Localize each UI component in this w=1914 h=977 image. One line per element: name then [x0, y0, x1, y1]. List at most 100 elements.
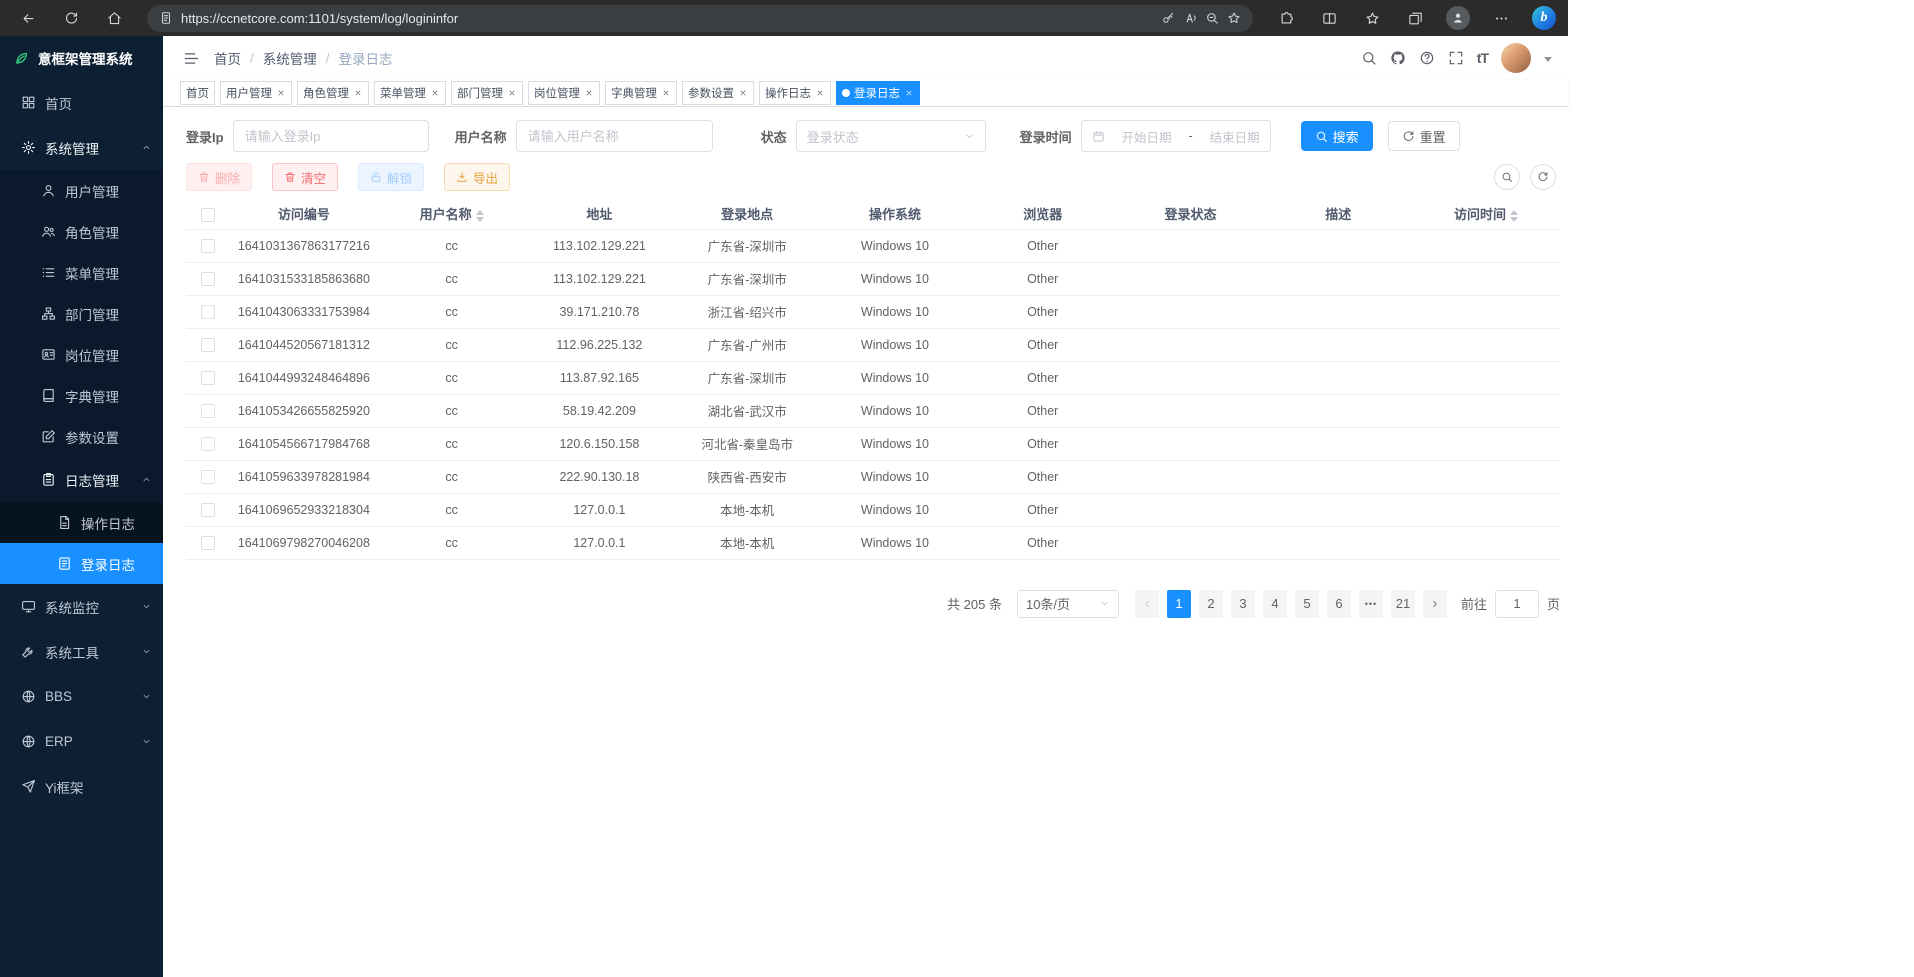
- col-time[interactable]: 访问时间: [1412, 199, 1560, 229]
- collections-icon[interactable]: [1395, 3, 1435, 33]
- tab-param-settings[interactable]: 参数设置: [682, 81, 754, 105]
- page-button-6[interactable]: 6: [1327, 590, 1351, 618]
- goto-page-input[interactable]: [1495, 590, 1539, 618]
- prev-page-button[interactable]: [1135, 590, 1159, 618]
- row-checkbox[interactable]: [201, 404, 215, 418]
- split-screen-icon[interactable]: [1309, 3, 1349, 33]
- sort-caret-icon[interactable]: [476, 210, 484, 222]
- page-info-icon[interactable]: [159, 11, 173, 25]
- next-page-button[interactable]: [1423, 590, 1447, 618]
- sidebar-item-dept-mgmt[interactable]: 部门管理: [0, 293, 163, 334]
- help-icon[interactable]: [1419, 50, 1435, 66]
- sidebar-item-post-mgmt[interactable]: 岗位管理: [0, 334, 163, 375]
- tab-dept-mgmt[interactable]: 部门管理: [451, 81, 523, 105]
- tab-menu-mgmt[interactable]: 菜单管理: [374, 81, 446, 105]
- page-button-1[interactable]: 1: [1167, 590, 1191, 618]
- sidebar-item-system-monitor[interactable]: 系统监控: [0, 584, 163, 629]
- login-ip-input[interactable]: [233, 120, 429, 152]
- sidebar-item-system-tools[interactable]: 系统工具: [0, 629, 163, 674]
- row-checkbox[interactable]: [201, 503, 215, 517]
- sidebar-item-menu-mgmt[interactable]: 菜单管理: [0, 252, 163, 293]
- extensions-icon[interactable]: [1266, 3, 1306, 33]
- row-checkbox[interactable]: [201, 437, 215, 451]
- col-username[interactable]: 用户名称: [378, 199, 526, 229]
- sidebar-item-home[interactable]: 首页: [0, 80, 163, 125]
- close-icon[interactable]: [352, 88, 363, 99]
- select-all-checkbox[interactable]: [201, 208, 215, 222]
- refresh-table-button[interactable]: [1530, 164, 1556, 190]
- reset-button[interactable]: 重置: [1388, 121, 1460, 151]
- row-checkbox[interactable]: [201, 536, 215, 550]
- read-aloud-icon[interactable]: [1183, 11, 1197, 25]
- address-bar[interactable]: https://ccnetcore.com:1101/system/log/lo…: [147, 5, 1253, 32]
- bing-chat-icon[interactable]: b: [1532, 6, 1556, 30]
- row-checkbox[interactable]: [201, 305, 215, 319]
- page-button-21[interactable]: 21: [1391, 590, 1415, 618]
- close-icon[interactable]: [506, 88, 517, 99]
- date-range-picker[interactable]: 开始日期 - 结束日期: [1081, 120, 1271, 152]
- tab-dict-mgmt[interactable]: 字典管理: [605, 81, 677, 105]
- sidebar-item-login-log[interactable]: 登录日志: [0, 543, 163, 584]
- settings-menu-icon[interactable]: [1481, 3, 1521, 33]
- sidebar-item-operation-log[interactable]: 操作日志: [0, 502, 163, 543]
- tab-post-mgmt[interactable]: 岗位管理: [528, 81, 600, 105]
- password-key-icon[interactable]: [1161, 11, 1175, 25]
- tab-home[interactable]: 首页: [180, 81, 215, 105]
- status-select[interactable]: 登录状态: [796, 120, 986, 152]
- avatar-caret-icon[interactable]: [1544, 57, 1552, 66]
- clear-button[interactable]: 清空: [272, 163, 338, 191]
- sidebar-item-system-mgmt[interactable]: 系统管理: [0, 125, 163, 170]
- add-favorite-icon[interactable]: [1227, 11, 1241, 25]
- toggle-search-button[interactable]: [1494, 164, 1520, 190]
- breadcrumb-system-mgmt[interactable]: 系统管理: [263, 48, 317, 68]
- page-button-5[interactable]: 5: [1295, 590, 1319, 618]
- tab-role-mgmt[interactable]: 角色管理: [297, 81, 369, 105]
- page-button-4[interactable]: 4: [1263, 590, 1287, 618]
- close-icon[interactable]: [429, 88, 440, 99]
- sidebar-item-dict-mgmt[interactable]: 字典管理: [0, 375, 163, 416]
- collapse-sidebar-icon[interactable]: [183, 50, 200, 67]
- close-icon[interactable]: [275, 88, 286, 99]
- search-icon[interactable]: [1361, 50, 1377, 66]
- more-pages-button[interactable]: •••: [1359, 590, 1383, 618]
- fullscreen-icon[interactable]: [1448, 50, 1464, 66]
- row-checkbox[interactable]: [201, 470, 215, 484]
- delete-button[interactable]: 删除: [186, 163, 252, 191]
- sidebar-item-erp[interactable]: ERP: [0, 719, 163, 764]
- row-checkbox[interactable]: [201, 272, 215, 286]
- tab-user-mgmt[interactable]: 用户管理: [220, 81, 292, 105]
- search-button[interactable]: 搜索: [1301, 121, 1373, 151]
- export-button[interactable]: 导出: [444, 163, 510, 191]
- row-checkbox[interactable]: [201, 239, 215, 253]
- breadcrumb-home[interactable]: 首页: [214, 48, 241, 68]
- page-button-3[interactable]: 3: [1231, 590, 1255, 618]
- github-icon[interactable]: [1390, 50, 1406, 66]
- sidebar-item-yi-framework[interactable]: Yi框架: [0, 764, 163, 809]
- sidebar-item-log-mgmt[interactable]: 日志管理: [0, 457, 163, 502]
- refresh-icon[interactable]: [51, 3, 91, 33]
- row-checkbox[interactable]: [201, 338, 215, 352]
- zoom-out-icon[interactable]: [1205, 11, 1219, 25]
- close-icon[interactable]: [660, 88, 671, 99]
- browser-profile-icon[interactable]: [1446, 6, 1470, 30]
- user-avatar[interactable]: [1501, 43, 1531, 73]
- sidebar-item-user-mgmt[interactable]: 用户管理: [0, 170, 163, 211]
- close-icon[interactable]: [583, 88, 594, 99]
- sort-caret-icon[interactable]: [1510, 210, 1518, 222]
- page-button-2[interactable]: 2: [1199, 590, 1223, 618]
- page-size-select[interactable]: 10条/页: [1017, 590, 1119, 618]
- favorites-bar-icon[interactable]: [1352, 3, 1392, 33]
- unlock-button[interactable]: 解锁: [358, 163, 424, 191]
- sidebar-item-param-settings[interactable]: 参数设置: [0, 416, 163, 457]
- close-icon[interactable]: [737, 88, 748, 99]
- tab-operation-log[interactable]: 操作日志: [759, 81, 831, 105]
- row-checkbox[interactable]: [201, 371, 215, 385]
- back-icon[interactable]: [8, 3, 48, 33]
- close-icon[interactable]: [814, 88, 825, 99]
- home-icon[interactable]: [94, 3, 134, 33]
- close-icon[interactable]: [903, 88, 914, 99]
- sidebar-item-bbs[interactable]: BBS: [0, 674, 163, 719]
- tab-login-log[interactable]: 登录日志: [836, 81, 920, 105]
- username-input[interactable]: [516, 120, 713, 152]
- sidebar-item-role-mgmt[interactable]: 角色管理: [0, 211, 163, 252]
